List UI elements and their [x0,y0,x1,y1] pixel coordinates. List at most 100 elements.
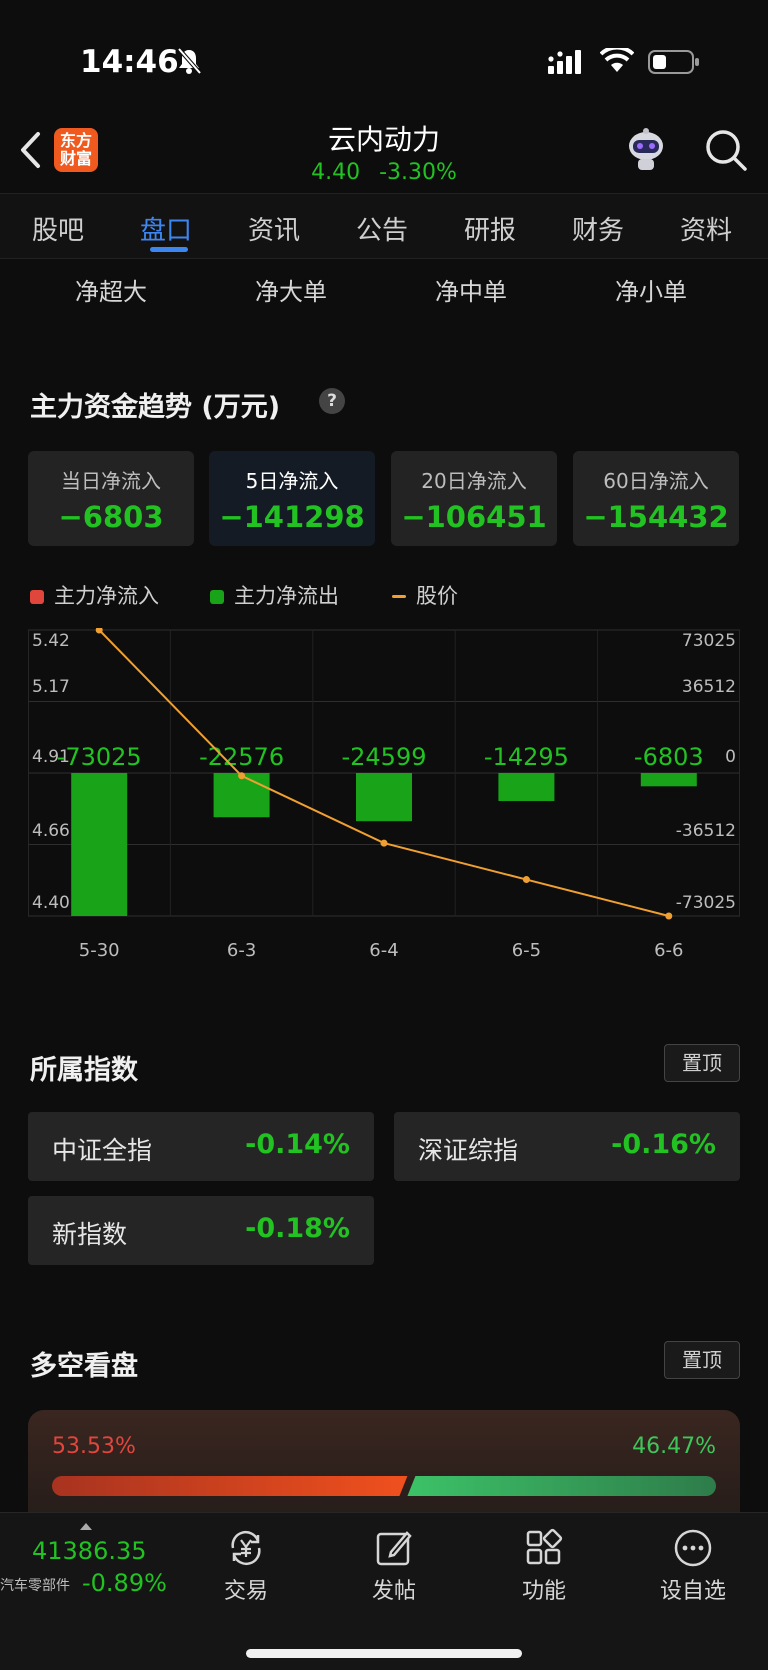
legend-price: 股价 [392,580,458,610]
bottom-nav: 41386.35 汽车零部件 -0.89% 交易 发帖 功能 设自选 [0,1512,768,1670]
bear-pct: 46.47% [632,1434,716,1459]
index-title: 所属指数 [30,1055,138,1086]
y-tick-left: 5.17 [32,677,70,697]
bar-data-label: -6803 [634,743,704,771]
bull-segment [52,1476,408,1496]
wifi-icon [600,48,634,72]
index-name: 深证综指 [418,1136,519,1165]
flow-card-value: −106451 [401,500,547,534]
fund-flow-chart: 5.425.174.914.664.4073025365120-36512-73… [28,628,740,961]
subtab-medium[interactable]: 净中单 [435,272,507,307]
outflow-bar [498,773,555,801]
sector-index-value[interactable]: 41386.35 [32,1537,147,1565]
legend-inflow: 主力净流入 [30,580,159,610]
nav-functions[interactable]: 功能 [494,1527,594,1605]
x-tick-label: 6-4 [369,940,398,961]
robot-assistant-icon[interactable] [622,126,670,174]
bar-data-label: -24599 [341,743,426,771]
tab-pankou[interactable]: 盘口 [140,210,192,247]
subtab-super-large[interactable]: 净超大 [75,272,147,307]
help-icon[interactable]: ? [319,388,345,414]
flow-card-today[interactable]: 当日净流入 −6803 [28,451,194,546]
y-tick-left: 4.40 [32,893,70,913]
y-tick-right: 73025 [682,631,736,651]
sector-name[interactable]: 汽车零部件 [0,1575,70,1595]
flow-card-5d[interactable]: 5日净流入 −141298 [209,451,375,546]
bullbear-bar [52,1476,716,1496]
outflow-bar [71,773,128,916]
search-icon[interactable] [704,128,748,172]
bullbear-title: 多空看盘 [30,1351,138,1382]
grid-apps-icon [526,1528,563,1565]
y-tick-right: -73025 [676,893,736,913]
flow-card-value: −141298 [219,500,365,534]
cellular-signal-icon [548,50,581,74]
outflow-bar [356,773,412,822]
bar-data-label: -14295 [484,743,569,771]
nav-label: 发帖 [371,1579,416,1604]
status-bar: 14:46 [0,0,768,110]
nav-trade[interactable]: 交易 [196,1527,296,1605]
y-tick-left: 4.66 [32,821,70,841]
index-change: -0.16% [611,1129,716,1160]
y-tick-right: -36512 [676,821,736,841]
tab-news[interactable]: 资讯 [248,210,300,247]
price-point [522,876,530,884]
nav-label: 交易 [223,1579,268,1604]
index-pin-button[interactable]: 置顶 [664,1044,740,1082]
tab-profile[interactable]: 资料 [680,210,732,247]
flow-card-value: −6803 [58,500,164,534]
legend-outflow: 主力净流出 [210,580,339,610]
y-tick-left: 5.42 [32,631,70,651]
index-item[interactable]: 深证综指 -0.16% [394,1112,740,1181]
battery-icon [648,50,699,74]
edit-icon [376,1531,412,1566]
stock-price: 4.40 [311,160,361,185]
stock-change-pct: -3.30% [379,160,457,185]
x-tick-label: 6-5 [512,940,541,961]
index-name: 中证全指 [52,1136,153,1165]
sector-change[interactable]: -0.89% [82,1569,167,1597]
index-item[interactable]: 新指数 -0.18% [28,1196,374,1265]
bullbear-pin-button[interactable]: 置顶 [664,1341,740,1379]
outflow-bar [213,773,270,818]
active-tab-indicator [150,247,188,252]
index-change: -0.18% [245,1213,350,1244]
bar-data-label: -73025 [57,743,142,771]
flow-card-20d[interactable]: 20日净流入 −106451 [391,451,557,546]
home-indicator [246,1649,522,1658]
subtab-small[interactable]: 净小单 [615,272,687,307]
flow-card-60d[interactable]: 60日净流入 −154432 [573,451,739,546]
flow-card-label: 当日净流入 [61,469,161,493]
index-name: 新指数 [52,1220,128,1249]
tab-finance[interactable]: 财务 [572,210,624,247]
tab-guba[interactable]: 股吧 [32,210,84,247]
y-tick-right: 0 [725,747,736,767]
flow-card-label: 20日净流入 [421,469,527,493]
index-change: -0.14% [245,1129,350,1160]
subtab-large[interactable]: 净大单 [255,272,327,307]
nav-post[interactable]: 发帖 [344,1527,444,1605]
bar-data-label: -22576 [199,743,284,771]
nav-label: 设自选 [659,1579,726,1604]
nav-add-watchlist[interactable]: 设自选 [643,1527,743,1605]
expand-up-icon[interactable] [80,1523,92,1530]
price-point [665,912,673,920]
bull-pct: 53.53% [52,1434,136,1459]
outflow-bar [640,773,697,787]
x-tick-label: 6-6 [654,940,683,961]
price-point [238,772,246,780]
bear-segment [407,1476,716,1496]
flow-card-label: 5日净流入 [245,469,339,493]
main-tabs: 股吧 盘口 资讯 公告 研报 财务 资料 [0,193,768,259]
bell-muted-icon [177,47,202,75]
flow-card-value: −154432 [583,500,729,534]
price-point [380,839,388,847]
flow-trend-title: 主力资金趋势 (万元) [30,392,281,423]
index-item[interactable]: 中证全指 -0.14% [28,1112,374,1181]
x-tick-label: 6-3 [227,940,256,961]
flow-card-label: 60日净流入 [603,469,709,493]
tab-research[interactable]: 研报 [464,210,516,247]
more-dots-icon [674,1529,712,1567]
tab-announcements[interactable]: 公告 [356,210,408,247]
